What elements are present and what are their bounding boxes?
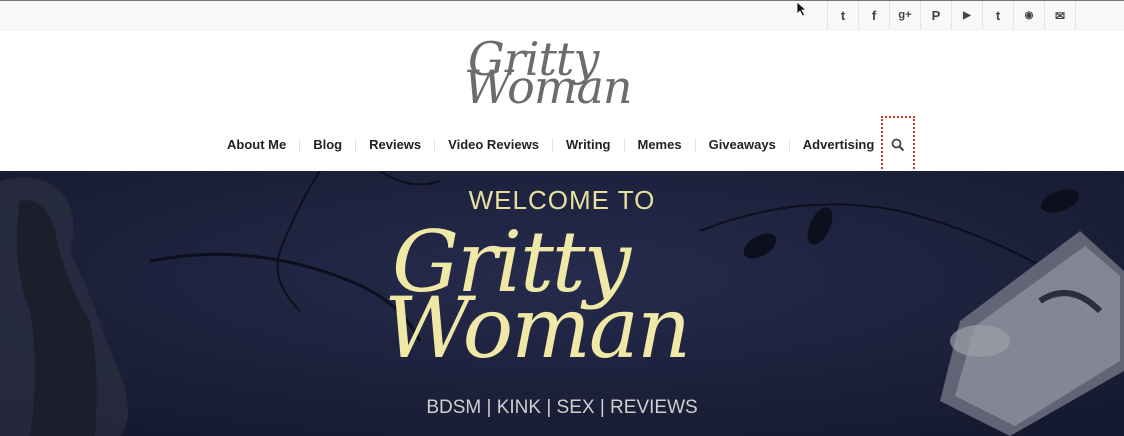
mouse-cursor-icon [796, 1, 808, 17]
search-button[interactable] [881, 116, 915, 173]
hero-welcome: WELCOME TO [468, 185, 656, 215]
nav-reviews[interactable]: Reviews [356, 138, 436, 152]
nav-blog[interactable]: Blog [300, 138, 357, 152]
hero-tagline: BDSM | KINK | SEX | REVIEWS [426, 397, 698, 418]
logo-line-2: Woman [464, 60, 633, 114]
social-links: t f g+ P ▶ t ◉ ✉ [827, 1, 1076, 30]
site-logo[interactable]: Gritty Woman [462, 32, 662, 114]
nav-video-reviews[interactable]: Video Reviews [435, 138, 553, 152]
tumblr-icon[interactable]: t [982, 1, 1013, 30]
pinterest-icon[interactable]: P [920, 1, 951, 30]
nav-giveaways[interactable]: Giveaways [696, 138, 790, 152]
facebook-icon[interactable]: f [858, 1, 889, 30]
nav-about-me[interactable]: About Me [214, 138, 301, 152]
hero-banner: WELCOME TO Gritty Woman BDSM | KINK | SE… [0, 171, 1124, 436]
nav-advertising[interactable]: Advertising [790, 138, 888, 152]
top-social-bar: t f g+ P ▶ t ◉ ✉ [0, 0, 1124, 30]
nav-memes[interactable]: Memes [625, 138, 696, 152]
youtube-icon[interactable]: ▶ [951, 1, 982, 30]
google-plus-icon[interactable]: g+ [889, 1, 920, 30]
nav-writing[interactable]: Writing [553, 138, 625, 152]
mail-icon[interactable]: ✉ [1044, 1, 1076, 30]
site-header: Gritty Woman About Me Blog Reviews Video… [0, 30, 1124, 173]
twitter-icon[interactable]: t [827, 1, 858, 30]
hero-title-line-2: Woman [384, 279, 691, 377]
search-icon [891, 138, 905, 151]
rss-icon[interactable]: ◉ [1013, 1, 1044, 30]
main-navigation: About Me Blog Reviews Video Reviews Writ… [214, 126, 887, 164]
